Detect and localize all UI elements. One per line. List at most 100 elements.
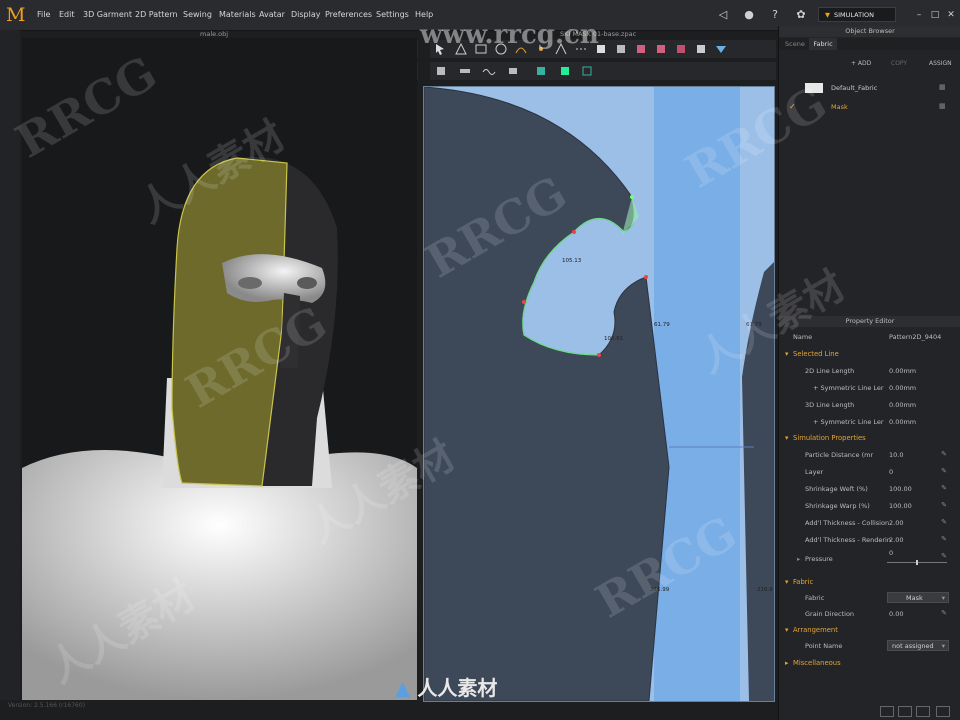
pressure-value[interactable]: 0 bbox=[889, 549, 893, 557]
edit-pencil-icon[interactable]: ✎ bbox=[941, 535, 947, 543]
section-selected-line[interactable]: ▾ Selected Line bbox=[779, 346, 960, 362]
menu-2d-pattern[interactable]: 2D Pattern bbox=[135, 10, 178, 19]
section-miscellaneous[interactable]: ▸ Miscellaneous bbox=[779, 655, 960, 671]
app-logo: M bbox=[6, 4, 26, 26]
right-panel: Object Browser Scene Fabric + ADD COPY A… bbox=[778, 26, 960, 720]
expand-icon[interactable]: ▸ bbox=[797, 555, 800, 563]
fabric-item-mask[interactable]: ✓ Mask ▦ bbox=[779, 99, 960, 115]
edit-pencil-icon[interactable]: ✎ bbox=[941, 467, 947, 475]
2d-ruler-icon[interactable] bbox=[458, 64, 472, 78]
2d-pink-icon[interactable] bbox=[634, 42, 648, 56]
prop-value[interactable]: 0.00 bbox=[889, 610, 903, 618]
settings-icon[interactable]: ✿ bbox=[794, 8, 808, 22]
point-select-value: not assigned bbox=[892, 642, 934, 650]
2d-select-icon[interactable] bbox=[434, 42, 448, 56]
menu-materials[interactable]: Materials bbox=[219, 10, 256, 19]
2d-polygon-icon[interactable] bbox=[454, 42, 468, 56]
fabric-item-label: Default_Fabric bbox=[831, 84, 878, 92]
edit-pencil-icon[interactable]: ✎ bbox=[941, 609, 947, 617]
3d-viewport[interactable] bbox=[22, 38, 417, 700]
2d-pattern-window[interactable]: 105.13 61.79 100.61 61.79 216.99 216.9 bbox=[423, 86, 775, 702]
2d-dart-icon[interactable] bbox=[554, 42, 568, 56]
2d-curve-icon[interactable] bbox=[514, 42, 528, 56]
fabric-settings-icon[interactable]: ▦ bbox=[939, 83, 946, 91]
prop-row: Layer 0 ✎ bbox=[779, 464, 960, 480]
menu-display[interactable]: Display bbox=[291, 10, 321, 19]
2d-cube-icon[interactable] bbox=[614, 42, 628, 56]
prop-row: Shrinkage Weft (%) 100.00 ✎ bbox=[779, 481, 960, 497]
menu-settings[interactable]: Settings bbox=[376, 10, 409, 19]
edit-pencil-icon[interactable]: ✎ bbox=[941, 484, 947, 492]
prop-row: Particle Distance (mr 10.0 ✎ bbox=[779, 447, 960, 463]
section-title: Arrangement bbox=[793, 626, 838, 634]
name-value[interactable]: Pattern2D_9404 bbox=[889, 333, 941, 341]
layout-icon[interactable] bbox=[880, 706, 894, 717]
2d-arrow-icon[interactable] bbox=[714, 42, 728, 56]
section-title: Simulation Properties bbox=[793, 434, 866, 442]
prop-value[interactable]: 100.00 bbox=[889, 502, 912, 510]
fabric-settings-icon[interactable]: ▦ bbox=[939, 102, 946, 110]
2d-rect-icon[interactable] bbox=[474, 42, 488, 56]
2d-edit-icon[interactable] bbox=[506, 64, 520, 78]
prop-value[interactable]: 10.0 bbox=[889, 451, 903, 459]
help-icon[interactable]: ? bbox=[768, 8, 782, 22]
layout-icon[interactable] bbox=[916, 706, 930, 717]
layout-icon[interactable] bbox=[898, 706, 912, 717]
menu-edit[interactable]: Edit bbox=[59, 10, 75, 19]
edit-pencil-icon[interactable]: ✎ bbox=[941, 450, 947, 458]
2d-sew-icon[interactable] bbox=[574, 42, 588, 56]
2d-point-icon[interactable] bbox=[534, 42, 548, 56]
2d-graphic-icon[interactable] bbox=[580, 64, 594, 78]
fabric-item-default[interactable]: Default_Fabric ▦ bbox=[779, 80, 960, 96]
property-editor: Property Editor Name Pattern2D_9404 ▾ Se… bbox=[779, 316, 960, 667]
prop-value[interactable]: 2.00 bbox=[889, 536, 903, 544]
simulation-logo-icon: ▼ bbox=[825, 11, 830, 19]
menu-3d-garment[interactable]: 3D Garment bbox=[83, 10, 132, 19]
name-row: Name Pattern2D_9404 bbox=[779, 329, 960, 345]
2d-pink3-icon[interactable] bbox=[674, 42, 688, 56]
menu-help[interactable]: Help bbox=[415, 10, 433, 19]
edit-pencil-icon[interactable]: ✎ bbox=[941, 552, 947, 560]
maximize-icon[interactable]: □ bbox=[928, 8, 942, 22]
2d-grid-icon[interactable] bbox=[694, 42, 708, 56]
measure-label-4: 61.79 bbox=[746, 322, 762, 328]
copy-button[interactable]: COPY bbox=[891, 60, 907, 67]
logo-mark-icon: ▲ bbox=[395, 676, 411, 700]
prop-label: 3D Line Length bbox=[805, 401, 855, 409]
close-icon[interactable]: ✕ bbox=[944, 8, 958, 22]
menu-file[interactable]: File bbox=[37, 10, 50, 19]
point-name-select[interactable]: not assigned ▾ bbox=[887, 640, 949, 651]
edit-pencil-icon[interactable]: ✎ bbox=[941, 518, 947, 526]
simulation-button[interactable]: ▼ SIMULATION bbox=[818, 7, 896, 22]
slider-handle[interactable] bbox=[916, 560, 918, 565]
2d-square-icon[interactable] bbox=[594, 42, 608, 56]
fabric-select[interactable]: Mask ▾ bbox=[887, 592, 949, 603]
left-sidebar bbox=[0, 30, 20, 700]
2d-texture-icon[interactable] bbox=[534, 64, 548, 78]
menu-avatar[interactable]: Avatar bbox=[259, 10, 285, 19]
prop-value[interactable]: 0 bbox=[889, 468, 893, 476]
assign-button[interactable]: ASSIGN bbox=[929, 60, 952, 67]
2d-pink2-icon[interactable] bbox=[654, 42, 668, 56]
2d-circle-icon[interactable] bbox=[494, 42, 508, 56]
prop-row: Grain Direction 0.00 ✎ bbox=[779, 606, 960, 622]
menu-sewing[interactable]: Sewing bbox=[183, 10, 212, 19]
tab-fabric[interactable]: Fabric bbox=[809, 38, 837, 50]
speaker-icon[interactable]: ◁ bbox=[716, 8, 730, 22]
section-arrangement[interactable]: ▾ Arrangement bbox=[779, 622, 960, 638]
section-simulation[interactable]: ▾ Simulation Properties bbox=[779, 430, 960, 446]
pressure-slider[interactable] bbox=[887, 560, 947, 565]
edit-pencil-icon[interactable]: ✎ bbox=[941, 501, 947, 509]
menu-preferences[interactable]: Preferences bbox=[325, 10, 372, 19]
2d-wave-icon[interactable] bbox=[482, 64, 496, 78]
tab-scene[interactable]: Scene bbox=[785, 40, 805, 48]
2d-texture2-icon[interactable] bbox=[558, 64, 572, 78]
section-fabric[interactable]: ▾ Fabric bbox=[779, 574, 960, 590]
minimize-icon[interactable]: – bbox=[912, 8, 926, 22]
add-button[interactable]: + ADD bbox=[851, 60, 871, 67]
prop-value[interactable]: 2.00 bbox=[889, 519, 903, 527]
2d-transform-icon[interactable] bbox=[434, 64, 448, 78]
prop-value[interactable]: 100.00 bbox=[889, 485, 912, 493]
user-icon[interactable]: ● bbox=[742, 8, 756, 22]
layout-icon[interactable] bbox=[936, 706, 950, 717]
